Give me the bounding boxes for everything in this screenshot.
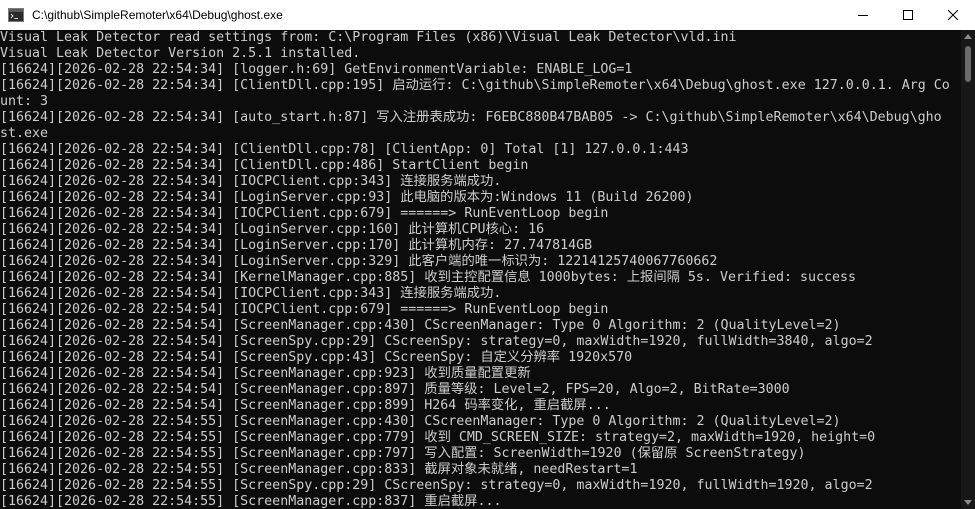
scrollbar-thumb[interactable] — [965, 46, 971, 82]
console-line: st.exe — [0, 126, 49, 141]
console-line: [16624][2026-02-28 22:54:54] [IOCPClient… — [0, 286, 502, 301]
console-line: [16624][2026-02-28 22:54:34] [LoginServe… — [0, 190, 694, 205]
console-line: [16624][2026-02-28 22:54:34] [ClientDll.… — [0, 158, 529, 173]
console-line: [16624][2026-02-28 22:54:55] [ScreenSpy.… — [0, 478, 873, 493]
console-line: [16624][2026-02-28 22:54:34] [auto_start… — [0, 110, 942, 125]
console-app-icon[interactable] — [8, 8, 24, 22]
window-controls — [840, 0, 975, 30]
console-line: [16624][2026-02-28 22:54:34] [LoginServe… — [0, 254, 718, 269]
console-line: unt: 3 — [0, 94, 49, 109]
console-line: [16624][2026-02-28 22:54:55] [ScreenMana… — [0, 430, 876, 445]
console-line: [16624][2026-02-28 22:54:34] [ClientDll.… — [0, 142, 689, 157]
console-line: [16624][2026-02-28 22:54:34] [IOCPClient… — [0, 174, 502, 189]
scroll-up-arrow-icon[interactable] — [964, 34, 972, 39]
console-line: [16624][2026-02-28 22:54:54] [ScreenMana… — [0, 366, 531, 381]
console-line: [16624][2026-02-28 22:54:34] [logger.h:6… — [0, 62, 633, 77]
console-line: [16624][2026-02-28 22:54:54] [ScreenMana… — [0, 398, 611, 413]
console-line: [16624][2026-02-28 22:54:34] [LoginServe… — [0, 222, 545, 237]
vertical-scrollbar[interactable] — [961, 30, 975, 509]
console-window: C:\github\SimpleRemoter\x64\Debug\ghost.… — [0, 0, 975, 509]
console-line: [16624][2026-02-28 22:54:55] [ScreenMana… — [0, 446, 806, 461]
console-output[interactable]: Visual Leak Detector read settings from:… — [0, 30, 961, 509]
scroll-down-arrow-icon[interactable] — [964, 500, 972, 505]
console-line: [16624][2026-02-28 22:54:54] [ScreenSpy.… — [0, 350, 633, 365]
console-line: [16624][2026-02-28 22:54:34] [IOCPClient… — [0, 206, 609, 221]
minimize-icon — [857, 15, 868, 16]
maximize-button[interactable] — [885, 0, 930, 30]
console-line: [16624][2026-02-28 22:54:55] [ScreenMana… — [0, 414, 841, 429]
console-line: [16624][2026-02-28 22:54:54] [IOCPClient… — [0, 302, 609, 317]
console-line: [16624][2026-02-28 22:54:55] [ScreenMana… — [0, 494, 502, 509]
console-line: [16624][2026-02-28 22:54:54] [ScreenMana… — [0, 318, 841, 333]
window-title: C:\github\SimpleRemoter\x64\Debug\ghost.… — [32, 8, 283, 22]
console-line: [16624][2026-02-28 22:54:55] [ScreenMana… — [0, 462, 638, 477]
console-line: [16624][2026-02-28 22:54:34] [KernelMana… — [0, 270, 857, 285]
close-button[interactable] — [930, 0, 975, 30]
console-line: Visual Leak Detector Version 2.5.1 insta… — [0, 46, 361, 61]
console-line: [16624][2026-02-28 22:54:34] [LoginServe… — [0, 238, 593, 253]
console-line: [16624][2026-02-28 22:54:54] [ScreenMana… — [0, 382, 790, 397]
title-bar[interactable]: C:\github\SimpleRemoter\x64\Debug\ghost.… — [0, 0, 975, 30]
console-line: [16624][2026-02-28 22:54:34] [ClientDll.… — [0, 78, 950, 93]
close-icon — [947, 10, 958, 20]
console-line: Visual Leak Detector read settings from:… — [0, 30, 737, 45]
minimize-button[interactable] — [840, 0, 885, 30]
console-line: [16624][2026-02-28 22:54:54] [ScreenSpy.… — [0, 334, 873, 349]
maximize-icon — [902, 10, 913, 20]
